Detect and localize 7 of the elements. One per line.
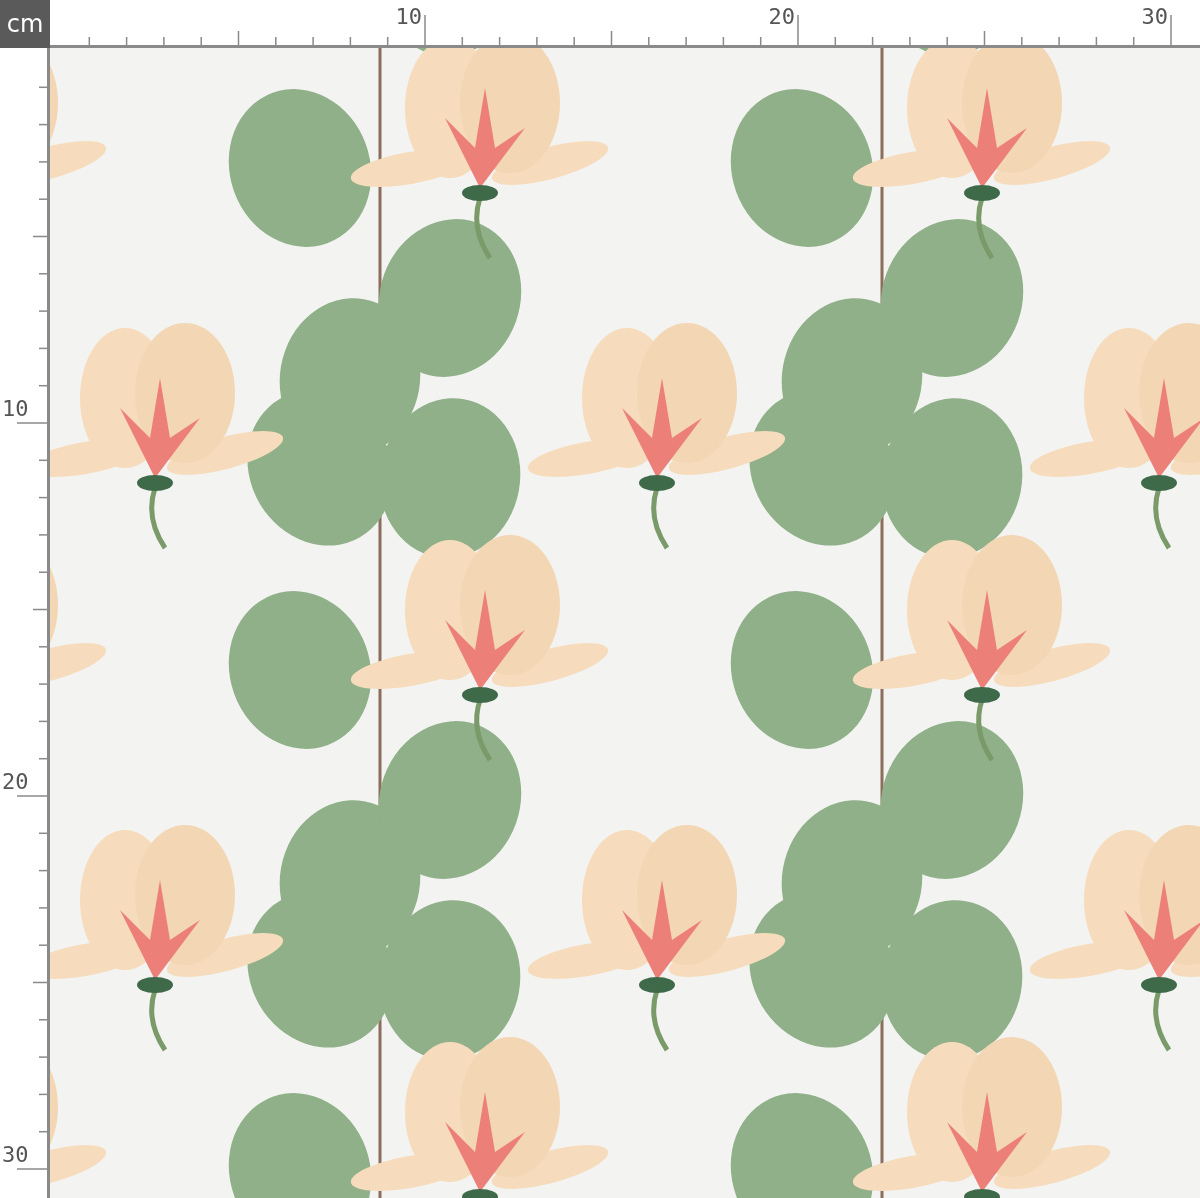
ruler-label: 30	[2, 1142, 29, 1167]
ruler-label: 20	[768, 4, 796, 29]
ruler-label: 10	[2, 396, 29, 421]
unit-label: cm	[0, 0, 50, 48]
ruler-label: 10	[395, 4, 423, 29]
ruler-label: 30	[1141, 4, 1169, 29]
ruler-label: 20	[2, 769, 29, 794]
